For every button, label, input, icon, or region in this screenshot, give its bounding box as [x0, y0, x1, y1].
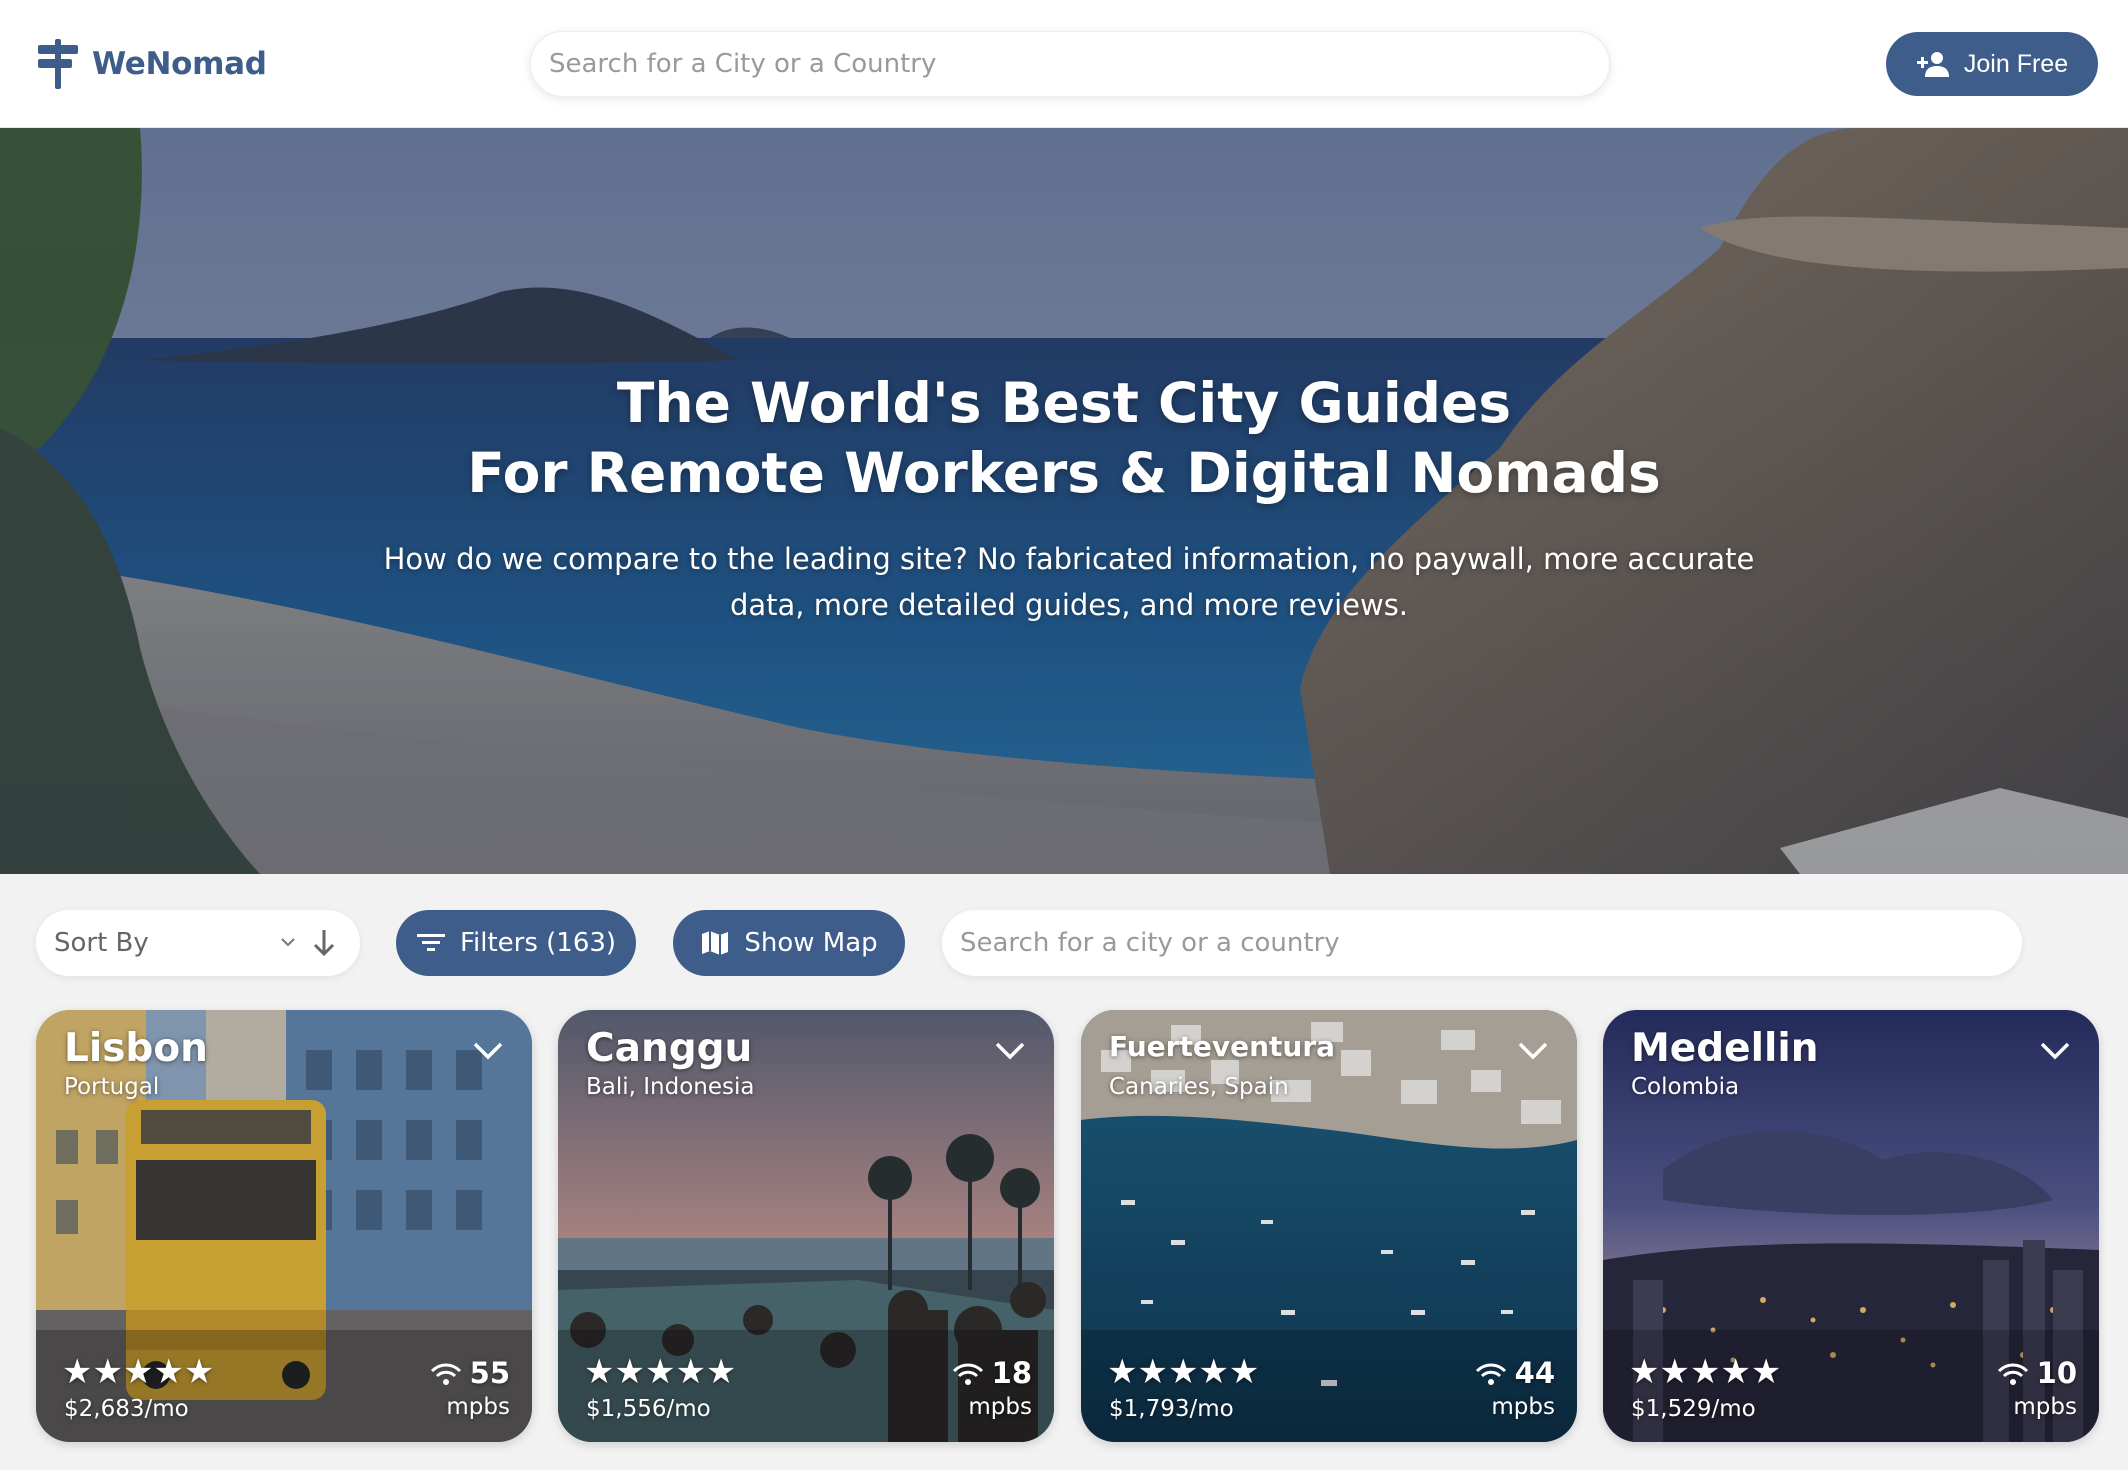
- card-country-name: Portugal: [64, 1074, 160, 1100]
- card-rating-stars: ★★★★★: [1107, 1353, 1260, 1391]
- hero-title-line-2: For Remote Workers & Digital Nomads: [467, 441, 1661, 505]
- chevron-down-icon[interactable]: [994, 1040, 1026, 1062]
- chevron-down-icon[interactable]: [1517, 1040, 1549, 1062]
- wifi-icon: [952, 1363, 984, 1385]
- add-user-icon: [1916, 52, 1949, 77]
- card-internet-speed: 55: [469, 1356, 510, 1390]
- top-header: WeNomad Join Free: [0, 0, 2128, 128]
- card-city-name: Lisbon: [64, 1026, 208, 1071]
- join-free-button[interactable]: Join Free: [1886, 32, 2098, 96]
- card-internet-speed: 18: [991, 1356, 1032, 1390]
- top-search-box[interactable]: [530, 31, 1610, 97]
- card-city-name: Fuerteventura: [1109, 1030, 1336, 1063]
- card-monthly-cost: $2,683/mo: [64, 1396, 189, 1422]
- card-internet-speed: 10: [2036, 1356, 2077, 1390]
- card-monthly-cost: $1,793/mo: [1109, 1396, 1234, 1422]
- city-card-lisbon[interactable]: Lisbon Portugal ★★★★★ $2,683/mo 55 mpbs: [36, 1010, 532, 1442]
- city-search-box[interactable]: [942, 910, 2022, 976]
- wifi-icon: [430, 1363, 462, 1385]
- card-monthly-cost: $1,556/mo: [586, 1396, 711, 1422]
- card-speed-unit: mpbs: [2013, 1394, 2077, 1420]
- card-rating-stars: ★★★★★: [62, 1353, 215, 1391]
- listing-toolbar: Sort By Filters (163) Show Map: [0, 874, 2128, 1010]
- card-internet-speed: 44: [1514, 1356, 1555, 1390]
- city-card-canggu[interactable]: Canggu Bali, Indonesia ★★★★★ $1,556/mo 1…: [558, 1010, 1054, 1442]
- filters-label: Filters (163): [459, 928, 617, 958]
- city-card-medellin[interactable]: Medellin Colombia ★★★★★ $1,529/mo 10 mpb…: [1603, 1010, 2099, 1442]
- join-free-label: Join Free: [1963, 49, 2069, 78]
- card-country-name: Canaries, Spain: [1109, 1074, 1289, 1100]
- chevron-down-icon[interactable]: [472, 1040, 504, 1062]
- card-city-name: Medellin: [1631, 1026, 1819, 1071]
- top-search-input[interactable]: [531, 32, 1609, 96]
- card-city-name: Canggu: [586, 1026, 753, 1071]
- hero-title-line-1: The World's Best City Guides: [616, 371, 1512, 435]
- sort-by-select[interactable]: Sort By: [36, 910, 360, 976]
- show-map-button[interactable]: Show Map: [673, 910, 905, 976]
- chevron-down-icon[interactable]: [2039, 1040, 2071, 1062]
- card-speed-unit: mpbs: [968, 1394, 1032, 1420]
- wifi-icon: [1997, 1363, 2029, 1385]
- signpost-icon: [38, 39, 78, 89]
- card-speed-unit: mpbs: [446, 1394, 510, 1420]
- card-rating-stars: ★★★★★: [584, 1353, 737, 1391]
- card-country-name: Colombia: [1631, 1074, 1740, 1100]
- sort-by-label: Sort By: [54, 928, 149, 958]
- brand-name: WeNomad: [92, 46, 267, 82]
- hero-subtitle: How do we compare to the leading site? N…: [383, 542, 1755, 622]
- card-monthly-cost: $1,529/mo: [1631, 1396, 1756, 1422]
- filter-icon: [416, 934, 445, 951]
- filters-button[interactable]: Filters (163): [396, 910, 636, 976]
- chevron-down-icon: [281, 938, 295, 947]
- hero-banner: The World's Best City Guides For Remote …: [0, 128, 2128, 874]
- hero-title: The World's Best City Guides For Remote …: [0, 368, 2128, 508]
- brand-logo[interactable]: WeNomad: [36, 38, 267, 90]
- arrow-down-icon[interactable]: [312, 928, 336, 958]
- city-card-fuerteventura[interactable]: Fuerteventura Canaries, Spain ★★★★★ $1,7…: [1081, 1010, 1577, 1442]
- card-speed-unit: mpbs: [1491, 1394, 1555, 1420]
- map-icon: [702, 931, 729, 955]
- show-map-label: Show Map: [744, 928, 878, 958]
- wifi-icon: [1475, 1363, 1507, 1385]
- card-country-name: Bali, Indonesia: [586, 1074, 755, 1100]
- card-rating-stars: ★★★★★: [1629, 1353, 1782, 1391]
- city-search-input[interactable]: [942, 910, 2022, 976]
